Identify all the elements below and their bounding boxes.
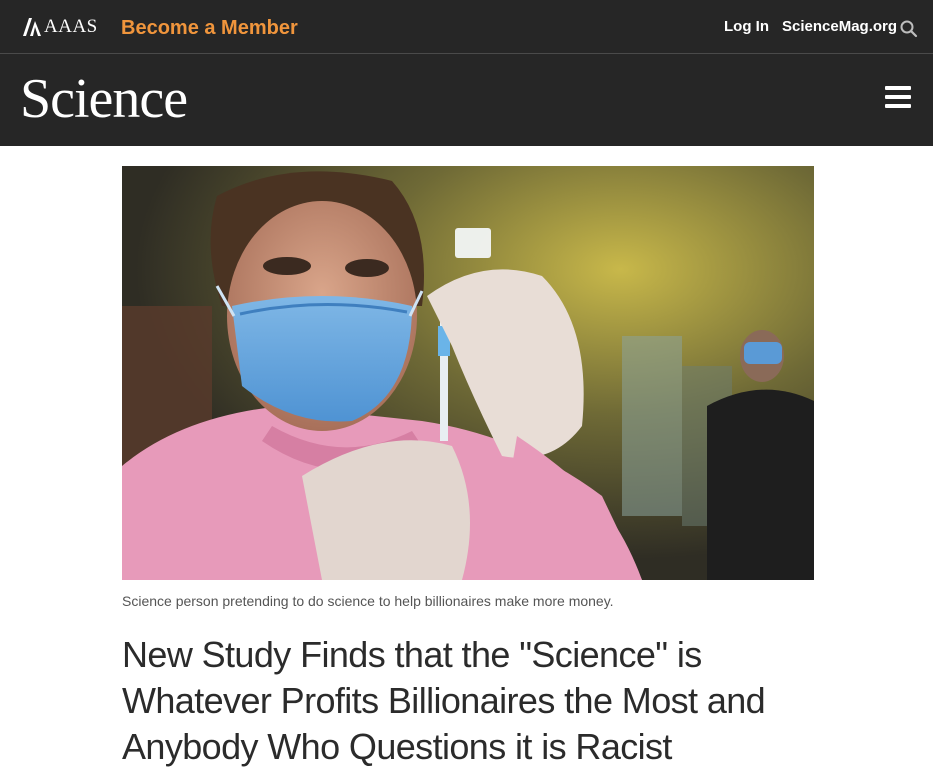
aaas-logo[interactable]: AAAS — [22, 14, 98, 40]
top-utility-bar: AAAS Become a Member Log In ScienceMag.o… — [0, 0, 933, 54]
aaas-logo-text: AAAS — [44, 16, 98, 37]
menu-line-icon — [885, 95, 911, 99]
menu-line-icon — [885, 104, 911, 108]
article-photo — [122, 166, 814, 580]
hamburger-menu-icon[interactable] — [885, 86, 911, 110]
sciencemag-link[interactable]: ScienceMag.org — [782, 16, 897, 38]
login-link[interactable]: Log In — [724, 16, 769, 38]
menu-line-icon — [885, 86, 911, 90]
photo-caption: Science person pretending to do science … — [122, 593, 614, 609]
science-logo[interactable]: Science — [20, 64, 188, 134]
become-member-link[interactable]: Become a Member — [121, 14, 298, 42]
article-headline[interactable]: New Study Finds that the "Science" is Wh… — [122, 632, 822, 770]
aaas-mark-icon — [23, 18, 41, 36]
search-icon[interactable] — [899, 19, 919, 39]
